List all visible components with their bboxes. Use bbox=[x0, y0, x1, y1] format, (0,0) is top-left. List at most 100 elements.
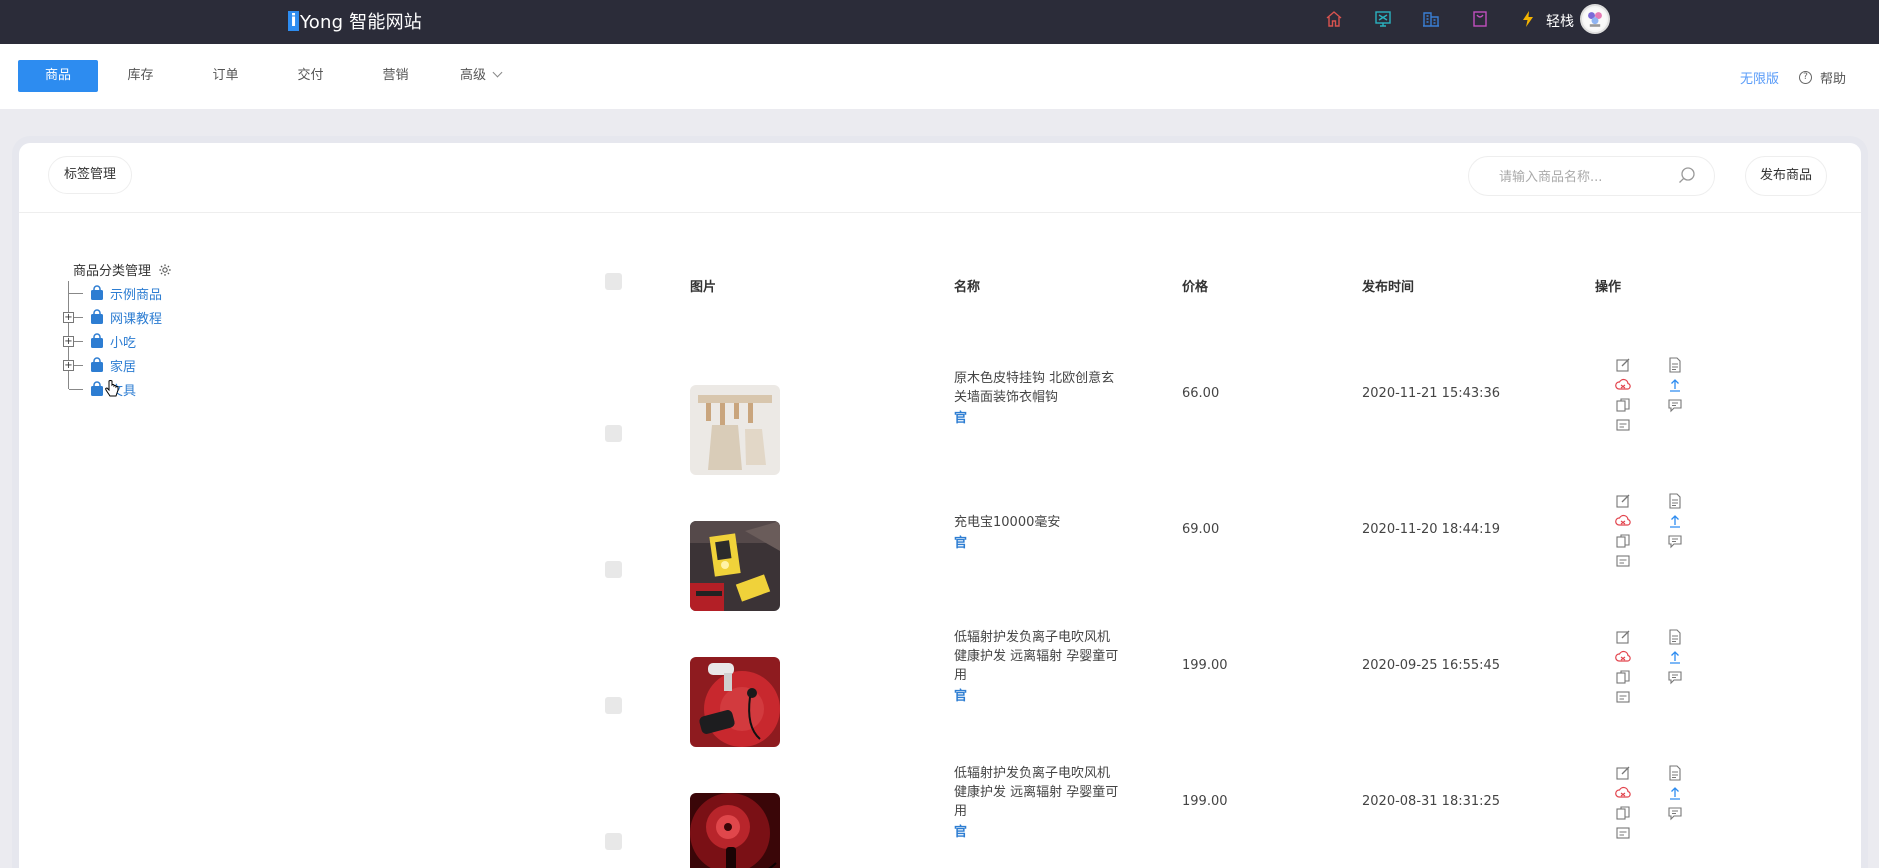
table-row: 原木色皮特挂钩 北欧创意玄关墙面装饰衣帽钩 官 66.00 2020-11-21… bbox=[19, 339, 1861, 475]
select-all-checkbox[interactable] bbox=[605, 273, 622, 290]
document-icon[interactable] bbox=[1667, 493, 1683, 509]
header-name: 名称 bbox=[954, 280, 981, 295]
product-title[interactable]: 低辐射护发负离子电吹风机 健康护发 远离辐射 孕婴童可用 bbox=[954, 630, 1118, 683]
product-name: 低辐射护发负离子电吹风机 健康护发 远离辐射 孕婴童可用 官 bbox=[954, 628, 1124, 706]
edit-icon[interactable] bbox=[1615, 765, 1631, 781]
stats-icon[interactable] bbox=[1615, 825, 1631, 841]
table-row: 低辐射护发负离子电吹风机 健康护发 远离辐射 孕婴童可用 官 199.00 20… bbox=[19, 747, 1861, 868]
user-name[interactable]: 轻栈 bbox=[1546, 11, 1574, 31]
category-header: 商品分类管理 bbox=[73, 260, 172, 279]
stats-icon[interactable] bbox=[1615, 553, 1631, 569]
document-icon[interactable] bbox=[1667, 629, 1683, 645]
category-label[interactable]: 网课教程 bbox=[110, 308, 162, 327]
cloud-download-icon[interactable] bbox=[1615, 649, 1631, 665]
product-thumbnail[interactable] bbox=[690, 657, 780, 747]
top-bar: i Yong 智能网站 轻栈 bbox=[0, 0, 1879, 44]
publish-date: 2020-11-20 18:44:19 bbox=[1362, 522, 1501, 537]
copy-icon[interactable] bbox=[1615, 805, 1631, 821]
help-link[interactable]: ? 帮助 bbox=[1799, 68, 1846, 87]
header-actions: 操作 bbox=[1595, 280, 1622, 295]
search-box bbox=[1468, 156, 1715, 196]
search-input[interactable] bbox=[1499, 167, 1669, 187]
table-row: 充电宝10000毫安 官 69.00 2020-11-20 18:44:19 bbox=[19, 475, 1861, 611]
row-checkbox[interactable] bbox=[605, 697, 622, 714]
tab-inventory[interactable]: 库存 bbox=[98, 60, 183, 92]
shopping-bag-icon bbox=[91, 285, 103, 300]
official-badge: 官 bbox=[954, 825, 968, 840]
publish-product-button[interactable]: 发布商品 bbox=[1745, 156, 1827, 196]
header-price: 价格 bbox=[1182, 280, 1209, 295]
product-thumbnail[interactable] bbox=[690, 793, 780, 868]
publish-date: 2020-09-25 16:55:45 bbox=[1362, 658, 1501, 673]
stats-icon[interactable] bbox=[1615, 689, 1631, 705]
tab-orders[interactable]: 订单 bbox=[183, 60, 268, 92]
cloud-download-icon[interactable] bbox=[1615, 513, 1631, 529]
product-title[interactable]: 原木色皮特挂钩 北欧创意玄关墙面装饰衣帽钩 bbox=[954, 371, 1114, 405]
row-checkbox[interactable] bbox=[605, 425, 622, 442]
comment-icon[interactable] bbox=[1667, 533, 1683, 549]
brand-name: Yong 智能网站 bbox=[300, 12, 422, 33]
header-image: 图片 bbox=[690, 280, 717, 295]
search-icon[interactable] bbox=[1677, 166, 1697, 186]
stats-icon[interactable] bbox=[1615, 417, 1631, 433]
product-price: 66.00 bbox=[1182, 386, 1220, 401]
copy-icon[interactable] bbox=[1615, 397, 1631, 413]
gear-icon[interactable] bbox=[158, 263, 172, 277]
monitor-icon[interactable] bbox=[1359, 8, 1408, 30]
edit-icon[interactable] bbox=[1615, 629, 1631, 645]
upload-icon[interactable] bbox=[1667, 785, 1683, 801]
comment-icon[interactable] bbox=[1667, 805, 1683, 821]
edit-icon[interactable] bbox=[1615, 357, 1631, 373]
tab-delivery[interactable]: 交付 bbox=[268, 60, 353, 92]
product-title[interactable]: 充电宝10000毫安 bbox=[954, 515, 1060, 530]
brand-logo[interactable]: i Yong 智能网站 bbox=[288, 8, 422, 34]
toolbar: 标签管理 发布商品 bbox=[19, 143, 1861, 213]
upload-icon[interactable] bbox=[1667, 377, 1683, 393]
official-badge: 官 bbox=[954, 411, 968, 426]
brand-mark: i bbox=[288, 11, 299, 31]
edit-icon[interactable] bbox=[1615, 493, 1631, 509]
product-panel: 标签管理 发布商品 商品分类管理 示例商品 + 网课教程 + 小吃 bbox=[12, 136, 1868, 868]
copy-icon[interactable] bbox=[1615, 533, 1631, 549]
category-header-label: 商品分类管理 bbox=[73, 264, 152, 279]
unlimited-edition-link[interactable]: 无限版 bbox=[1740, 68, 1779, 87]
product-name: 低辐射护发负离子电吹风机 健康护发 远离辐射 孕婴童可用 官 bbox=[954, 764, 1124, 842]
nav-right: 无限版 ? 帮助 bbox=[1740, 68, 1846, 87]
shopping-bag-icon bbox=[91, 309, 103, 324]
product-thumbnail[interactable] bbox=[690, 521, 780, 611]
top-icon-group bbox=[1310, 8, 1553, 30]
chevron-down-icon bbox=[492, 67, 503, 78]
tab-advanced[interactable]: 高级 bbox=[438, 60, 523, 92]
tab-advanced-label: 高级 bbox=[459, 68, 486, 83]
home-icon[interactable] bbox=[1310, 8, 1359, 30]
upload-icon[interactable] bbox=[1667, 649, 1683, 665]
publish-date: 2020-11-21 15:43:36 bbox=[1362, 386, 1501, 401]
product-thumbnail[interactable] bbox=[690, 385, 780, 475]
expand-icon[interactable]: + bbox=[63, 312, 74, 323]
tab-products[interactable]: 商品 bbox=[18, 60, 98, 92]
copy-icon[interactable] bbox=[1615, 669, 1631, 685]
document-icon[interactable] bbox=[1667, 765, 1683, 781]
product-title[interactable]: 低辐射护发负离子电吹风机 健康护发 远离辐射 孕婴童可用 bbox=[954, 766, 1118, 819]
row-checkbox[interactable] bbox=[605, 561, 622, 578]
publish-date: 2020-08-31 18:31:25 bbox=[1362, 794, 1501, 809]
cloud-download-icon[interactable] bbox=[1615, 377, 1631, 393]
document-icon[interactable] bbox=[1667, 357, 1683, 373]
cloud-download-icon[interactable] bbox=[1615, 785, 1631, 801]
comment-icon[interactable] bbox=[1667, 669, 1683, 685]
avatar[interactable] bbox=[1580, 4, 1610, 34]
tag-management-button[interactable]: 标签管理 bbox=[48, 156, 132, 194]
product-price: 199.00 bbox=[1182, 658, 1228, 673]
category-label[interactable]: 示例商品 bbox=[110, 284, 162, 303]
official-badge: 官 bbox=[954, 536, 968, 551]
main-nav: 商品 库存 订单 交付 营销 高级 无限版 ? 帮助 bbox=[0, 44, 1879, 109]
bag-icon[interactable] bbox=[1456, 8, 1505, 30]
tab-marketing[interactable]: 营销 bbox=[353, 60, 438, 92]
product-price: 69.00 bbox=[1182, 522, 1220, 537]
row-checkbox[interactable] bbox=[605, 833, 622, 850]
upload-icon[interactable] bbox=[1667, 513, 1683, 529]
comment-icon[interactable] bbox=[1667, 397, 1683, 413]
product-name: 原木色皮特挂钩 北欧创意玄关墙面装饰衣帽钩 官 bbox=[954, 369, 1124, 428]
building-icon[interactable] bbox=[1407, 8, 1456, 30]
product-name: 充电宝10000毫安 官 bbox=[954, 513, 1124, 553]
